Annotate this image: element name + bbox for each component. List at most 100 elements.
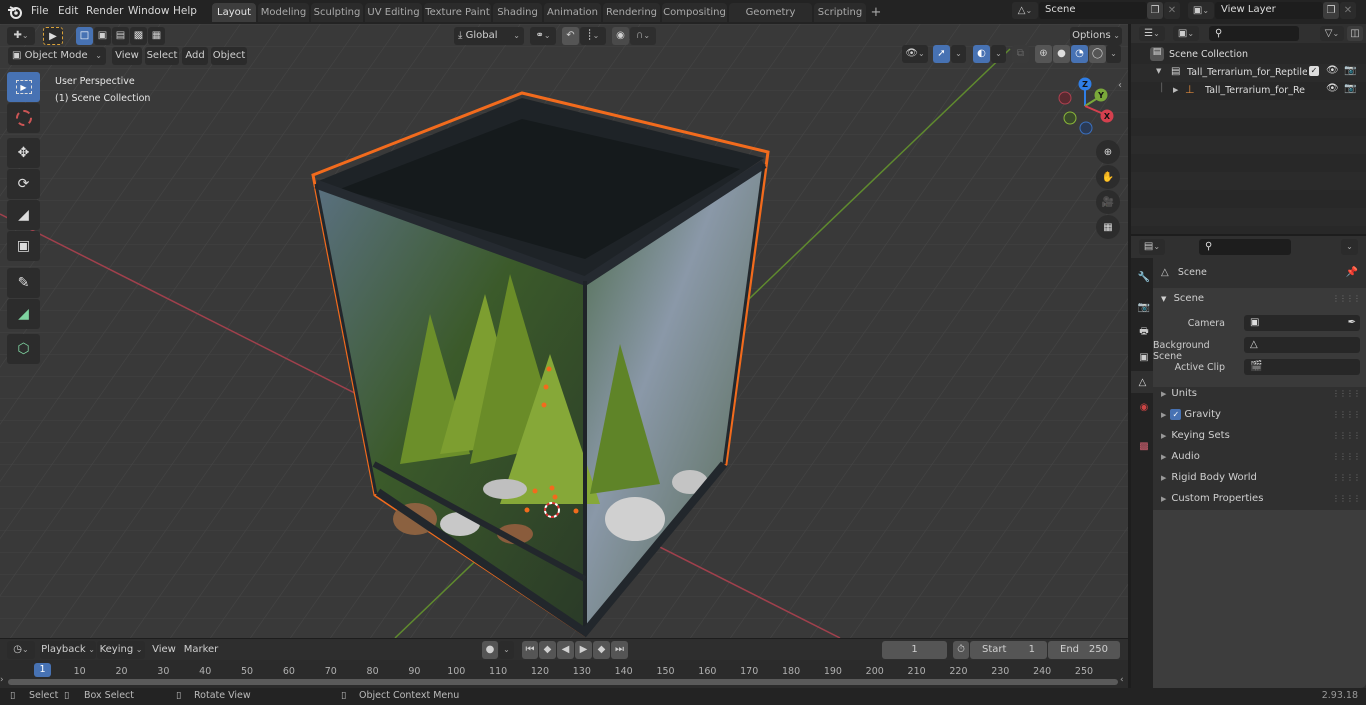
tab-animation[interactable]: Animation (544, 3, 601, 22)
blender-logo-icon[interactable] (7, 4, 23, 20)
zoom-view-button[interactable]: ⊕ (1096, 140, 1120, 164)
shading-dropdown[interactable]: ⌄ (1106, 45, 1121, 63)
outliner-row-scene-collection[interactable]: ▤ Scene Collection (1131, 46, 1366, 64)
tab-geometry-nodes[interactable]: Geometry Nodes (729, 3, 812, 37)
navigation-gizmo[interactable]: Z Y X (1055, 76, 1119, 136)
shading-wireframe-icon[interactable]: ⊕ (1035, 45, 1052, 63)
tool-move[interactable]: ✥ (7, 138, 40, 168)
outliner-search-input[interactable]: ⚲ (1209, 26, 1299, 41)
menu-file[interactable]: File (31, 5, 49, 17)
shading-rendered-icon[interactable]: ◯ (1089, 45, 1106, 63)
properties-editor-type-button[interactable]: ▤⌄ (1139, 239, 1165, 255)
tab-view-layer[interactable]: ▣ (1134, 346, 1154, 368)
tab-shading[interactable]: Shading (493, 3, 542, 22)
scene-remove-icon[interactable]: ✕ (1164, 2, 1180, 19)
menu-edit[interactable]: Edit (58, 5, 78, 17)
eyedropper-icon[interactable]: ✒ (1348, 315, 1356, 331)
timeline-scrollbar[interactable] (8, 679, 1118, 685)
tab-scripting[interactable]: Scripting (814, 3, 866, 22)
pan-view-button[interactable]: ✋ (1096, 165, 1120, 189)
3d-viewport[interactable]: ✚⌄ ▶ □ ▣ ▤ ▩ ▦ ⤓ Global ⌄ ⚭⌄ ↶ ┊⌄ ◉ ∩⌄ Op… (0, 24, 1128, 638)
view-layer-copy-icon[interactable]: ❐ (1323, 2, 1339, 19)
tab-texture[interactable]: ▩ (1134, 435, 1154, 457)
view-layer-browse-button[interactable]: ▣⌄ (1188, 2, 1214, 19)
units-panel-header[interactable]: ▶ Units ⋮⋮⋮⋮ (1153, 383, 1366, 404)
render-camera-icon[interactable]: 📷 (1344, 65, 1356, 76)
expand-arrow-icon[interactable]: ▼ (1156, 67, 1161, 75)
tool-add-cube[interactable]: ⬡ (7, 334, 40, 364)
playhead[interactable]: 1 (34, 663, 51, 677)
tool-scale[interactable]: ◢ (7, 200, 40, 230)
tab-render[interactable]: 📷 (1134, 296, 1154, 318)
view-layer-remove-icon[interactable]: ✕ (1340, 2, 1356, 19)
new-collection-icon[interactable]: ◫ (1347, 26, 1363, 41)
menu-help[interactable]: Help (173, 5, 197, 17)
xray-toggle-icon[interactable]: ⧉ (1012, 45, 1029, 63)
display-mode-button[interactable]: ▣⌄ (1173, 26, 1199, 41)
outliner-row-collection[interactable]: ▼ ▤ Tall_Terrarium_for_Reptiles_w ✓ 👁 📷 (1131, 64, 1366, 82)
menu-object[interactable]: Object (211, 47, 247, 65)
properties-search-input[interactable]: ⚲ (1199, 239, 1291, 255)
gravity-checkbox[interactable]: ✓ (1170, 408, 1182, 420)
active-clip-field[interactable]: 🎬 (1244, 359, 1360, 375)
filter-button[interactable]: ▽⌄ (1320, 26, 1344, 41)
editor-type-button[interactable]: ✚⌄ (7, 27, 35, 45)
snap-target-dropdown[interactable]: ┊⌄ (580, 27, 606, 45)
terrarium-object[interactable] (0, 24, 1128, 638)
gizmo-toggle-icon[interactable]: ➚ (933, 45, 950, 63)
add-workspace-button[interactable]: + (868, 3, 884, 22)
scene-browse-button[interactable]: △⌄ (1012, 2, 1038, 19)
scene-copy-icon[interactable]: ❐ (1147, 2, 1163, 19)
tab-layout[interactable]: Layout (212, 3, 256, 22)
audio-panel-header[interactable]: ▶ Audio ⋮⋮⋮⋮ (1153, 446, 1366, 467)
proportional-edit-icon[interactable]: ◉ (612, 27, 629, 45)
eye-icon[interactable]: 👁 (1326, 65, 1339, 76)
pin-icon[interactable]: 📌 (1346, 262, 1358, 283)
view-layer-name-field[interactable]: View Layer (1215, 2, 1323, 19)
expand-arrow-icon[interactable]: ▶ (1173, 86, 1178, 94)
menu-add[interactable]: Add (182, 47, 208, 65)
keying-sets-panel-header[interactable]: ▶ Keying Sets ⋮⋮⋮⋮ (1153, 425, 1366, 446)
select-mode-intersect-icon[interactable]: ▦ (148, 27, 165, 45)
tab-compositing[interactable]: Compositing (662, 3, 727, 22)
scene-name-field[interactable]: Scene (1039, 2, 1147, 19)
pivot-point-dropdown[interactable]: ⚭⌄ (530, 27, 556, 45)
ortho-toggle-button[interactable]: ▦ (1096, 215, 1120, 239)
collapse-right-icon[interactable]: ‹ (1120, 675, 1124, 685)
camera-view-button[interactable]: 🎥 (1096, 190, 1120, 214)
tool-transform[interactable]: ▣ (7, 231, 40, 261)
transform-orientation-dropdown[interactable]: ⤓ Global ⌄ (454, 27, 524, 45)
tab-world[interactable]: ◉ (1134, 396, 1154, 418)
render-camera-icon[interactable]: 📷 (1344, 83, 1356, 94)
menu-view[interactable]: View (112, 47, 142, 65)
tab-output[interactable]: 🖶 (1134, 321, 1154, 343)
select-mode-extend-icon[interactable]: ▣ (94, 27, 111, 45)
select-mode-new-icon[interactable]: □ (76, 27, 93, 45)
camera-field[interactable]: ▣ ✒ (1244, 315, 1360, 331)
menu-window[interactable]: Window (128, 5, 169, 17)
outliner-editor-type-button[interactable]: ☰⌄ (1139, 26, 1165, 41)
outliner-row-object[interactable]: | ▶ ⊥ Tall_Terrarium_for_Reptile 👁 📷 (1131, 82, 1366, 100)
menu-render[interactable]: Render (86, 5, 123, 17)
custom-properties-panel-header[interactable]: ▶ Custom Properties ⋮⋮⋮⋮ (1153, 488, 1366, 509)
proportional-falloff-dropdown[interactable]: ∩⌄ (630, 27, 656, 45)
tab-modeling[interactable]: Modeling (258, 3, 309, 22)
options-dropdown[interactable]: Options ⌄ (1070, 27, 1122, 45)
tool-annotate[interactable]: ✎ (7, 268, 40, 298)
tool-measure[interactable]: ◢ (7, 299, 40, 329)
snap-toggle-icon[interactable]: ↶ (562, 27, 579, 45)
select-mode-subtract-icon[interactable]: ▤ (112, 27, 129, 45)
menu-select[interactable]: Select (145, 47, 179, 65)
tool-select-box[interactable]: ▶ (7, 72, 40, 102)
sidebar-toggle-icon[interactable]: ‹ (1118, 80, 1122, 91)
tab-texture-paint[interactable]: Texture Paint (424, 3, 491, 22)
select-tool-icon[interactable]: ▶ (43, 27, 63, 45)
tool-rotate[interactable]: ⟳ (7, 169, 40, 199)
tab-tool[interactable]: 🔧 (1134, 266, 1154, 288)
tab-uv-editing[interactable]: UV Editing (365, 3, 422, 22)
gravity-panel-header[interactable]: ▶ ✓ Gravity ⋮⋮⋮⋮ (1153, 404, 1366, 425)
shading-material-icon[interactable]: ◔ (1071, 45, 1088, 63)
scene-panel-header[interactable]: ▼ Scene ⋮⋮⋮⋮ (1153, 288, 1366, 309)
drag-handle-icon[interactable]: ⋮⋮⋮⋮ (1332, 288, 1361, 309)
mode-dropdown[interactable]: ▣ Object Mode ⌄ (8, 47, 106, 65)
